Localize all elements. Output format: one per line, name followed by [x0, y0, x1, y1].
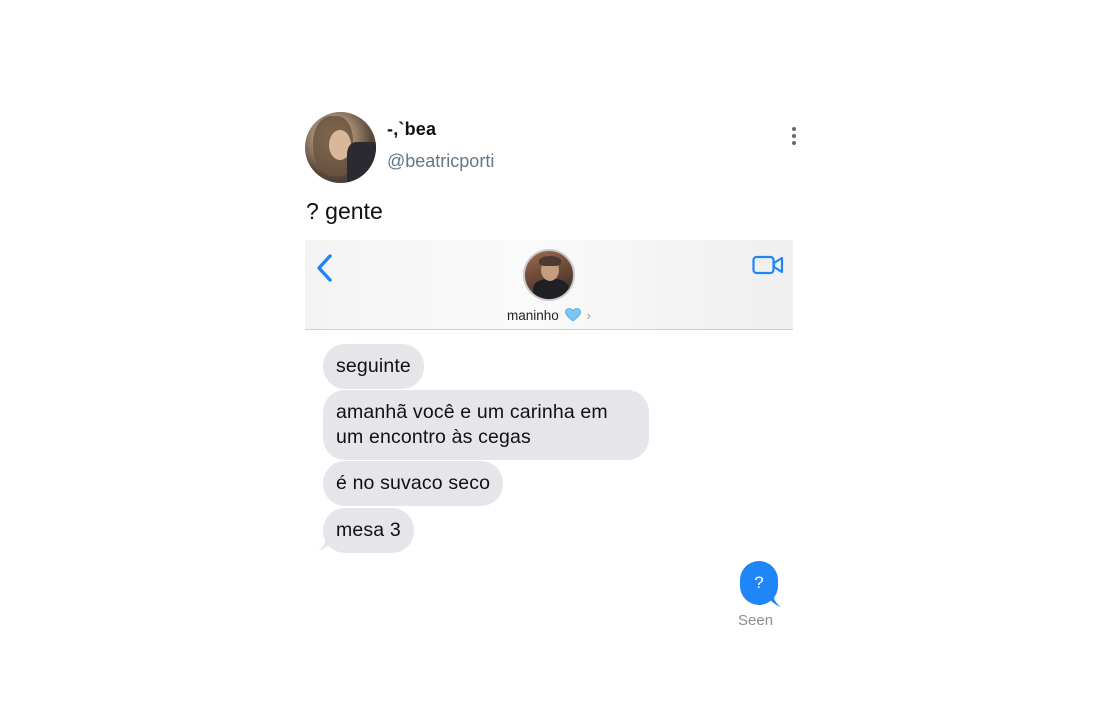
more-options-icon[interactable] — [791, 127, 797, 147]
contact-name: maninho — [507, 308, 559, 323]
read-receipt: Seen — [738, 612, 774, 629]
blue-heart-icon — [564, 308, 581, 322]
received-message: amanhã você e um carinha em um encontro … — [323, 390, 649, 460]
user-avatar[interactable] — [305, 112, 376, 183]
bubble-tail-left — [318, 532, 336, 551]
tweet-text: ? gente — [306, 198, 383, 224]
contact-avatar[interactable] — [523, 249, 575, 301]
chat-header: maninho › — [305, 240, 793, 330]
received-message: seguinte — [323, 344, 424, 389]
display-name[interactable]: -,`bea — [387, 119, 436, 140]
video-call-icon[interactable] — [752, 254, 784, 276]
contact-name-row[interactable]: maninho › — [305, 307, 793, 323]
back-chevron-icon[interactable] — [313, 252, 337, 284]
bubble-tail-right — [764, 588, 781, 607]
chevron-right-icon: › — [586, 307, 591, 323]
received-message: é no suvaco seco — [323, 461, 504, 506]
attached-chat-screenshot[interactable]: maninho › seguinte amanhã você e um cari… — [305, 240, 793, 640]
received-message: mesa 3 — [323, 508, 414, 553]
user-handle[interactable]: @beatricporti — [387, 151, 494, 172]
